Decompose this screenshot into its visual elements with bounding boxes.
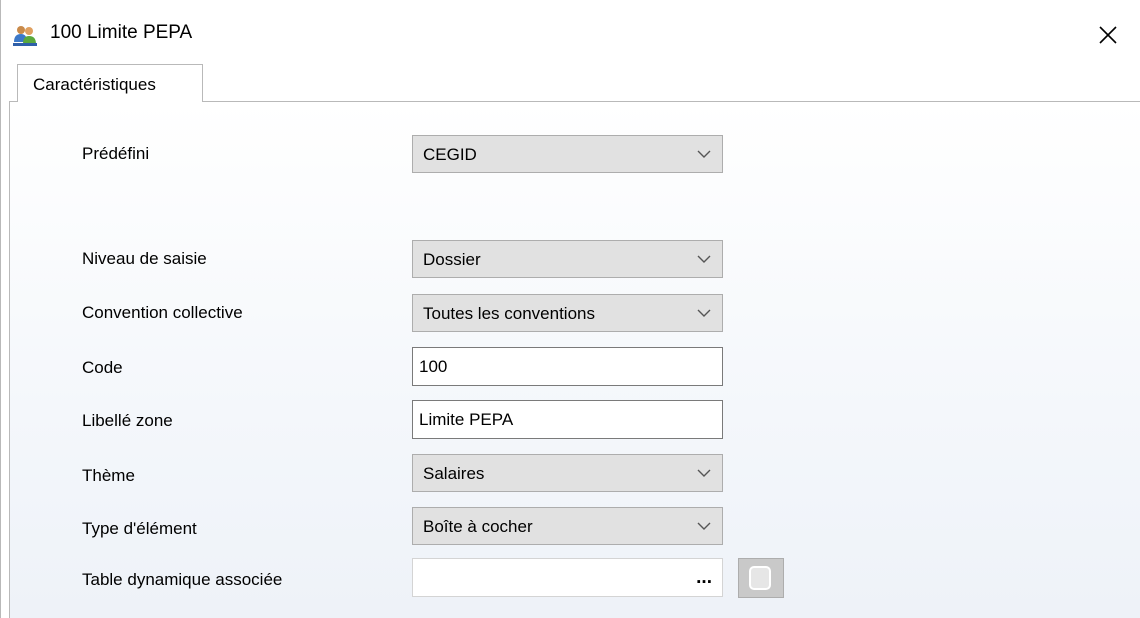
type-element-select[interactable]: Boîte à cocher [412, 507, 723, 545]
tab-label: Caractéristiques [33, 75, 156, 94]
tab-caracteristiques[interactable]: Caractéristiques [17, 64, 203, 102]
tab-strip: Caractéristiques [1, 64, 1140, 102]
predefini-value: CEGID [423, 145, 477, 164]
title-bar: 100 Limite PEPA [1, 0, 1140, 64]
niveau-saisie-value: Dossier [423, 250, 481, 269]
convention-label: Convention collective [82, 303, 243, 322]
theme-select[interactable]: Salaires [412, 454, 723, 492]
theme-label: Thème [82, 466, 135, 485]
tab-panel: Prédéfini CEGID Niveau de saisie Dossier… [9, 101, 1140, 618]
blank-square-icon [749, 566, 771, 590]
table-dynamique-action-button[interactable] [738, 558, 784, 598]
close-icon[interactable] [1093, 20, 1123, 50]
code-label: Code [82, 358, 123, 377]
users-icon [13, 26, 37, 46]
table-dynamique-input[interactable]: ... [412, 558, 723, 597]
chevron-down-icon [697, 150, 711, 158]
table-dynamique-label: Table dynamique associée [82, 570, 283, 589]
libelle-label: Libellé zone [82, 411, 173, 430]
chevron-down-icon [697, 309, 711, 317]
code-value: 100 [419, 357, 448, 376]
niveau-saisie-label: Niveau de saisie [82, 249, 207, 268]
dialog-window: 100 Limite PEPA Caractéristiques Prédéfi… [0, 0, 1140, 618]
window-title: 100 Limite PEPA [50, 22, 193, 43]
type-element-value: Boîte à cocher [423, 517, 533, 536]
predefini-label: Prédéfini [82, 144, 150, 163]
convention-value: Toutes les conventions [423, 304, 595, 323]
convention-select[interactable]: Toutes les conventions [412, 294, 723, 332]
libelle-input[interactable]: Limite PEPA [412, 400, 723, 439]
code-input[interactable]: 100 [412, 347, 723, 386]
chevron-down-icon [697, 255, 711, 263]
browse-button[interactable]: ... [696, 567, 712, 589]
niveau-saisie-select[interactable]: Dossier [412, 240, 723, 278]
theme-value: Salaires [423, 464, 485, 483]
chevron-down-icon [697, 469, 711, 477]
libelle-value: Limite PEPA [419, 410, 514, 429]
type-element-label: Type d'élément [82, 519, 197, 538]
predefini-select[interactable]: CEGID [412, 135, 723, 173]
chevron-down-icon [697, 522, 711, 530]
